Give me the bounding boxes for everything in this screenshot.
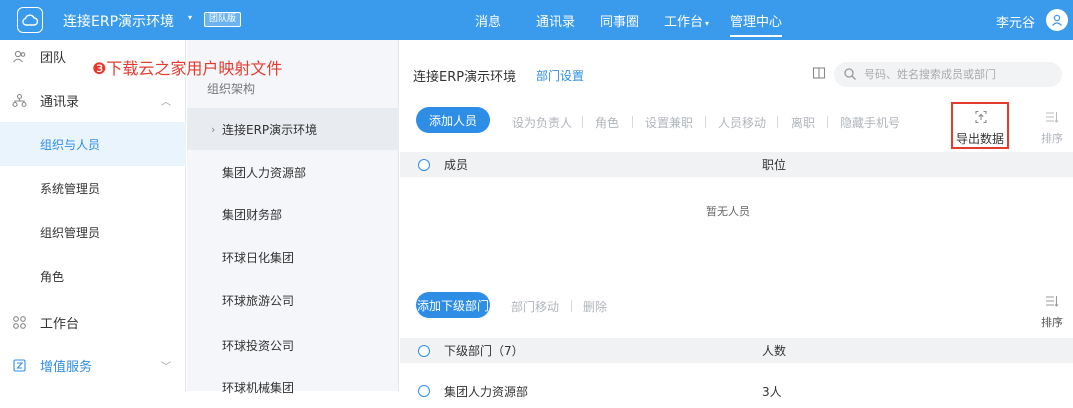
- sub-dept-name: 集团人力资源部: [444, 385, 529, 399]
- dept-item[interactable]: 环球机械集团: [187, 366, 399, 408]
- export-label: 导出数据: [955, 132, 1004, 146]
- caret-down-icon[interactable]: ▾: [188, 13, 192, 22]
- dept-settings-link[interactable]: 部门设置: [536, 67, 584, 84]
- dept-label: 环球机械集团: [222, 380, 295, 395]
- nav-workbench[interactable]: 工作台 ▾: [664, 11, 709, 30]
- divider: [571, 300, 572, 312]
- sidebar-item-label: 增值服务: [40, 359, 93, 375]
- nav-admin-center[interactable]: 管理中心: [730, 11, 783, 37]
- dept-label: 连接ERP演示环境: [222, 122, 318, 137]
- column-header-sub-dept: 下级部门（7）: [444, 344, 524, 358]
- members-table-header: 成员 职位: [400, 152, 1073, 177]
- table-row[interactable]: 集团人力资源部 3人: [400, 380, 1073, 400]
- chevron-down-icon: ﹀: [161, 361, 171, 373]
- book-icon[interactable]: [812, 66, 826, 80]
- dept-label: 集团人力资源部: [222, 165, 307, 180]
- set-leader-button[interactable]: 设为负责人: [512, 114, 572, 131]
- dept-label: 集团财务部: [222, 207, 283, 222]
- main-panel: 连接ERP演示环境 部门设置 添加人员 设为负责人 角色 设置兼职 人员移动 离…: [400, 40, 1073, 399]
- sort-icon: [1046, 296, 1059, 307]
- sidebar-item-workbench[interactable]: 工作台: [0, 300, 186, 344]
- org-tree-header: 组织架构: [207, 82, 256, 96]
- dept-label: 环球投资公司: [222, 338, 295, 353]
- sidebar-item-roles[interactable]: 角色: [0, 254, 186, 298]
- nav-contacts[interactable]: 通讯录: [536, 11, 575, 30]
- divider: [582, 116, 583, 128]
- divider: [777, 116, 778, 128]
- row-radio[interactable]: [418, 385, 430, 397]
- search-input[interactable]: [864, 65, 1054, 84]
- org-switcher[interactable]: 连接ERP演示环境: [63, 11, 174, 31]
- sidebar-item-org-admins[interactable]: 组织管理员: [0, 210, 186, 254]
- add-sub-dept-button[interactable]: 添加下级部门: [416, 292, 490, 318]
- select-all-radio[interactable]: [418, 158, 430, 171]
- sidebar: 团队 通讯录 ︿ 组织与人员 系统管理员 组织管理员 角色 工作台 增值服务 ﹀: [0, 40, 186, 391]
- contacts-icon: [11, 92, 27, 108]
- caret-down-icon: ▾: [705, 19, 710, 28]
- column-header-headcount: 人数: [762, 344, 787, 358]
- user-name[interactable]: 李元谷: [996, 12, 1035, 31]
- dept-item[interactable]: 集团财务部: [187, 193, 399, 235]
- search-icon: [844, 68, 856, 80]
- search-box[interactable]: [834, 62, 1062, 87]
- move-member-button[interactable]: 人员移动: [718, 114, 766, 131]
- export-icon: [975, 110, 987, 124]
- sidebar-item-label: 系统管理员: [40, 181, 101, 196]
- hide-phone-button[interactable]: 隐藏手机号: [840, 114, 900, 131]
- sort-label: 排序: [1041, 132, 1063, 145]
- chevron-up-icon: ︿: [161, 96, 171, 108]
- export-data-button[interactable]: 导出数据: [951, 102, 1009, 149]
- team-icon: [11, 48, 27, 64]
- sort-icon: [1046, 112, 1059, 123]
- sort-members-button[interactable]: 排序: [1037, 110, 1067, 150]
- sidebar-item-label: 通讯录: [40, 94, 80, 110]
- dept-item[interactable]: 环球投资公司: [187, 324, 399, 366]
- sidebar-item-label: 工作台: [40, 316, 80, 332]
- divider: [705, 116, 706, 128]
- chevron-right-icon[interactable]: ›: [211, 123, 215, 136]
- sidebar-item-org-members[interactable]: 组织与人员: [0, 122, 186, 166]
- sidebar-item-label: 组织管理员: [40, 225, 101, 240]
- edition-badge: 团队版: [204, 12, 242, 27]
- role-button[interactable]: 角色: [595, 114, 619, 131]
- workbench-icon: [11, 314, 27, 330]
- sidebar-item-system-admins[interactable]: 系统管理员: [0, 166, 186, 210]
- dept-item[interactable]: 集团人力资源部: [187, 151, 399, 193]
- select-all-radio[interactable]: [418, 344, 430, 357]
- sidebar-item-contacts[interactable]: 通讯录 ︿: [0, 78, 186, 122]
- sidebar-item-label: 团队: [40, 50, 67, 66]
- subdept-table-header: 下级部门（7） 人数: [400, 338, 1073, 363]
- nav-colleague-circle[interactable]: 同事圈: [600, 11, 639, 30]
- annotation-note: ❸下载云之家用户映射文件: [92, 59, 283, 78]
- nav-messages[interactable]: 消息: [475, 11, 501, 30]
- sidebar-item-value-services[interactable]: 增值服务 ﹀: [0, 343, 186, 387]
- set-parttime-button[interactable]: 设置兼职: [645, 114, 693, 131]
- cloud-logo-icon[interactable]: [17, 7, 43, 33]
- value-service-icon: [11, 357, 27, 373]
- page-title: 连接ERP演示环境: [413, 70, 517, 85]
- dept-item[interactable]: 环球日化集团: [187, 236, 399, 278]
- delete-dept-button[interactable]: 删除: [583, 298, 607, 315]
- dept-label: 环球旅游公司: [222, 293, 295, 308]
- move-dept-button[interactable]: 部门移动: [511, 298, 559, 315]
- divider: [632, 116, 633, 128]
- sub-dept-count: 3人: [762, 385, 782, 399]
- sort-label: 排序: [1041, 316, 1063, 329]
- resign-button[interactable]: 离职: [791, 114, 815, 131]
- dept-item[interactable]: 环球旅游公司: [187, 279, 399, 321]
- dept-label: 环球日化集团: [222, 250, 295, 265]
- avatar[interactable]: [1046, 9, 1068, 31]
- dept-item-root[interactable]: › 连接ERP演示环境: [187, 108, 399, 150]
- divider: [827, 116, 828, 128]
- user-icon: [1052, 14, 1062, 26]
- sidebar-item-label: 角色: [40, 269, 65, 284]
- org-tree-panel: 组织架构 › 连接ERP演示环境 集团人力资源部 集团财务部 环球日化集团 环球…: [187, 40, 399, 395]
- sort-depts-button[interactable]: 排序: [1037, 294, 1067, 334]
- empty-state: 暂无人员: [706, 205, 750, 218]
- add-member-button[interactable]: 添加人员: [416, 107, 490, 133]
- sidebar-item-label: 组织与人员: [40, 137, 101, 152]
- column-header-member: 成员: [444, 158, 469, 172]
- column-header-position: 职位: [762, 158, 787, 172]
